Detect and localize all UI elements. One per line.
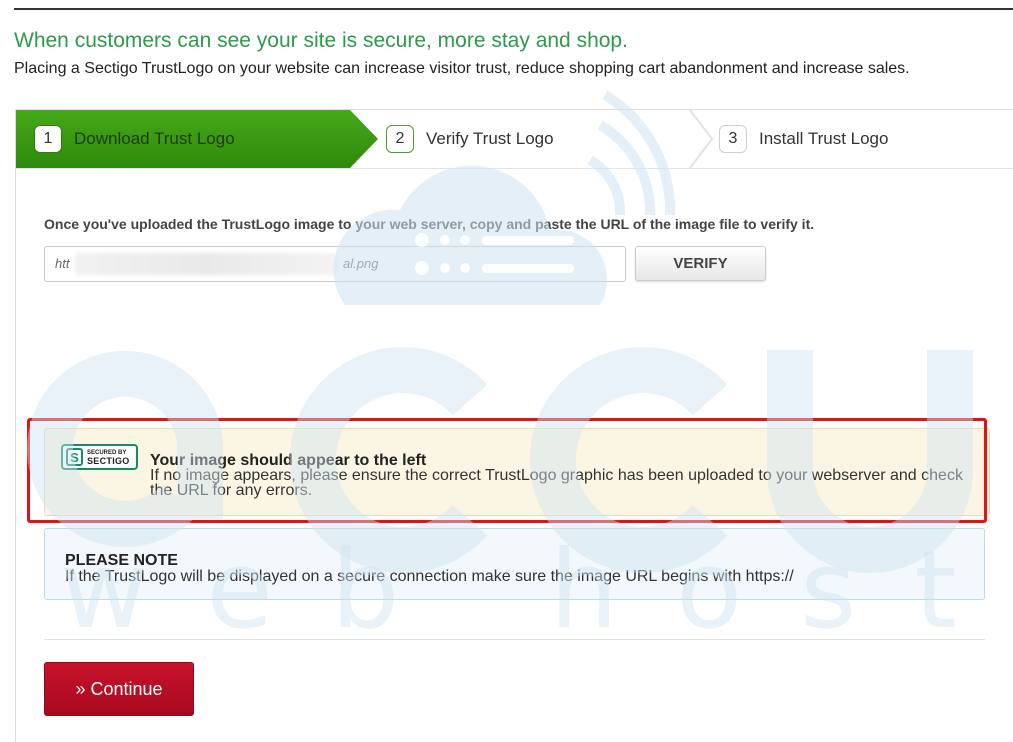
https-note: PLEASE NOTE If the TrustLogo will be dis…: [44, 528, 985, 600]
wizard-steps: 1 Download Trust Logo 2 Verify Trust Log…: [16, 110, 1013, 169]
verify-button[interactable]: VERIFY: [635, 246, 766, 281]
top-divider: [14, 8, 1013, 10]
chevron-right-icon: [689, 110, 714, 168]
step-install-trust-logo[interactable]: 3 Install Trust Logo: [719, 110, 888, 168]
step-label: Download Trust Logo: [74, 129, 235, 148]
note-message: If the TrustLogo will be displayed on a …: [65, 568, 794, 585]
step-number: 2: [386, 125, 414, 153]
image-preview-box: S SECURED BY SECTIGO Your image should a…: [44, 428, 990, 516]
step-verify-trust-logo[interactable]: 2 Verify Trust Logo: [386, 110, 554, 168]
seal-brand-text: SECTIGO: [87, 456, 130, 466]
step-label: Install Trust Logo: [759, 129, 889, 148]
sectigo-s-icon: S: [66, 448, 83, 466]
step-label: Verify Trust Logo: [426, 129, 554, 148]
sectigo-seal-image: S SECURED BY SECTIGO: [61, 444, 138, 470]
preview-message: If no image appears, please ensure the c…: [150, 467, 963, 499]
trustlogo-wizard: 1 Download Trust Logo 2 Verify Trust Log…: [15, 109, 1013, 742]
step-number: 3: [719, 125, 747, 153]
url-prefix: htt: [55, 256, 70, 271]
page-subheadline: Placing a Sectigo TrustLogo on your webs…: [14, 60, 910, 77]
continue-button[interactable]: » Continue: [44, 662, 194, 716]
url-suffix: al.png: [343, 256, 379, 271]
redacted-url: [75, 253, 337, 275]
image-url-input[interactable]: htt al.png: [44, 246, 626, 282]
page-headline: When customers can see your site is secu…: [14, 29, 628, 52]
step-download-trust-logo[interactable]: 1 Download Trust Logo: [16, 110, 378, 168]
verify-instruction: Once you've uploaded the TrustLogo image…: [44, 216, 815, 232]
step-number: 1: [34, 125, 62, 153]
section-divider: [44, 639, 985, 640]
